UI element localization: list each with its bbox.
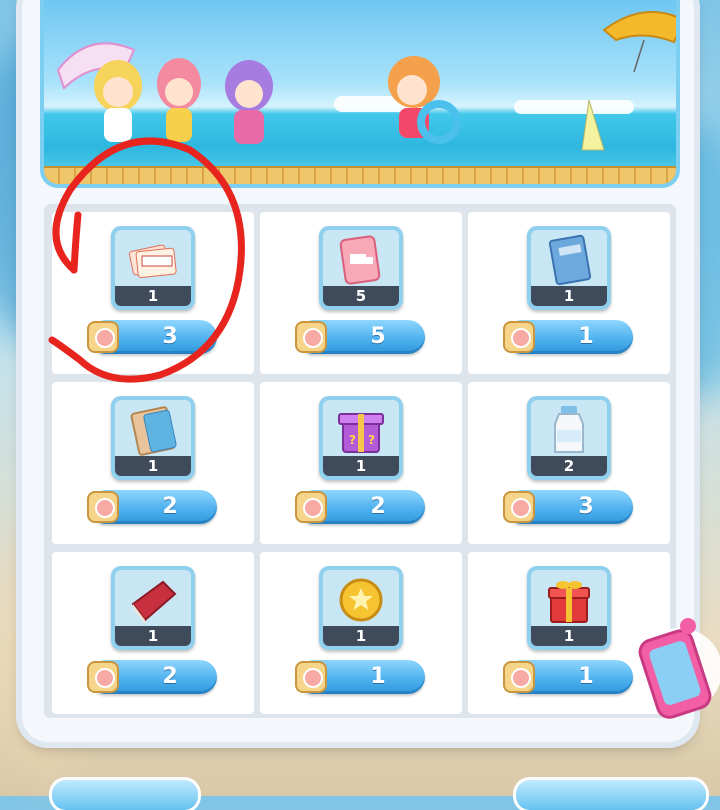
character-face-coin-icon: [295, 321, 327, 353]
price-label: 2: [162, 494, 178, 519]
character-face-coin-icon: [87, 321, 119, 353]
price-label: 3: [578, 494, 594, 519]
item-count: 1: [323, 456, 399, 476]
character-face-coin-icon: [503, 491, 535, 523]
phone-button[interactable]: [626, 612, 720, 720]
red-gift-box-icon: [548, 581, 590, 623]
item-tile: ? ? 1: [319, 396, 403, 480]
milk-bottle-icon: [554, 406, 584, 453]
item-tile: 1: [527, 566, 611, 650]
red-book-icon: [131, 580, 177, 624]
buy-button[interactable]: 1: [503, 660, 633, 694]
price-label: 2: [370, 494, 386, 519]
character-face-coin-icon: [295, 661, 327, 693]
price-label: 2: [162, 664, 178, 689]
item-tile: 1: [111, 396, 195, 480]
character-face-coin-icon: [503, 321, 535, 353]
item-tile: 2: [527, 396, 611, 480]
item-count: 1: [323, 626, 399, 646]
character-face-coin-icon: [295, 491, 327, 523]
price-label: 5: [370, 324, 386, 349]
beach-banner: [40, 0, 680, 188]
item-tile: 1: [527, 226, 611, 310]
item-count: 1: [531, 286, 607, 306]
item-count: 1: [115, 626, 191, 646]
buy-button[interactable]: 2: [87, 490, 217, 524]
purple-mystery-box-icon: ? ?: [338, 413, 384, 453]
boardwalk: [44, 166, 676, 184]
item-count: 1: [531, 626, 607, 646]
buy-button[interactable]: 3: [503, 490, 633, 524]
beach-characters-art: [56, 11, 676, 151]
price-label: 1: [370, 664, 386, 689]
delivery-truck-card-icon: [339, 235, 381, 285]
shop-item-card[interactable]: 2 3: [468, 382, 670, 544]
item-count: 1: [115, 456, 191, 476]
orange-blue-book-icon: [130, 406, 177, 456]
item-count: 5: [323, 286, 399, 306]
shop-item-card[interactable]: 5 5: [260, 212, 462, 374]
blue-book-icon: [548, 234, 592, 286]
pink-phone-icon: [638, 618, 720, 719]
shop-item-card[interactable]: 1 1: [260, 552, 462, 714]
price-label: 1: [578, 324, 594, 349]
character-face-coin-icon: [87, 661, 119, 693]
shop-item-card[interactable]: 1 1: [468, 212, 670, 374]
shop-item-card[interactable]: 1 2: [52, 552, 254, 714]
item-tile: 1: [111, 226, 195, 310]
buy-button[interactable]: 1: [295, 660, 425, 694]
price-label: 3: [162, 324, 178, 349]
bottom-left-button[interactable]: [52, 780, 198, 810]
item-count: 2: [531, 456, 607, 476]
buy-button[interactable]: 1: [503, 320, 633, 354]
gold-star-coin-icon: [339, 578, 383, 622]
shop-item-card[interactable]: 1 2: [52, 382, 254, 544]
bottom-right-button[interactable]: [516, 780, 706, 810]
price-label: 1: [578, 664, 594, 689]
item-tile: 1: [319, 566, 403, 650]
item-tile: 5: [319, 226, 403, 310]
buy-button[interactable]: 3: [87, 320, 217, 354]
item-tile: 1: [111, 566, 195, 650]
2000-ticket-cards-icon: [128, 244, 177, 279]
shop-item-card[interactable]: 1 3: [52, 212, 254, 374]
buy-button[interactable]: 2: [295, 490, 425, 524]
shop-item-card[interactable]: ? ? 1 2: [260, 382, 462, 544]
character-face-coin-icon: [87, 491, 119, 523]
svg-text:?: ?: [349, 433, 356, 447]
character-face-coin-icon: [503, 661, 535, 693]
item-count: 1: [115, 286, 191, 306]
svg-text:?: ?: [368, 433, 375, 447]
buy-button[interactable]: 2: [87, 660, 217, 694]
buy-button[interactable]: 5: [295, 320, 425, 354]
